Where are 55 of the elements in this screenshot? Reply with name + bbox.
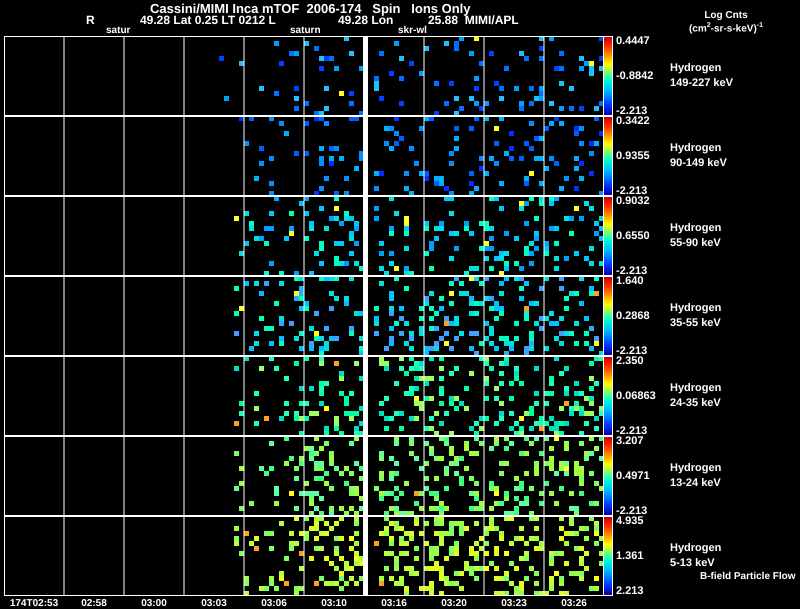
colorbar-max: 0.4447 [616, 36, 651, 46]
time-tick: 03:23 [500, 598, 528, 609]
energy-range: 149-227 keV [670, 76, 733, 91]
colorbar-min: -2.213 [616, 266, 648, 276]
time-tick: 03:06 [260, 598, 288, 609]
colorbar-max: 1.640 [616, 276, 645, 286]
colorbar-max: 3.207 [616, 436, 645, 446]
species-label: Hydrogen [670, 301, 722, 316]
marker-label: skr-wl [398, 26, 427, 36]
ephemeris-text: R [86, 14, 95, 27]
energy-range: 5-13 keV [670, 556, 716, 571]
energy-range: 90-149 keV [670, 156, 727, 171]
colorbar-mid: -0.8842 [616, 71, 654, 81]
colorbar-title: Log Cnts [703, 10, 749, 21]
colorbar-mid: 0.9355 [616, 151, 651, 161]
colorbar-min: 2.213 [616, 586, 645, 596]
colorbar-min: -2.213 [616, 346, 648, 356]
species-label: Hydrogen [670, 541, 722, 556]
time-tick: 03:20 [440, 598, 468, 609]
time-tick: 03:26 [560, 598, 588, 609]
energy-range: 55-90 keV [670, 236, 722, 251]
species-label: Hydrogen [670, 221, 722, 236]
colorbar-max: 2.350 [616, 356, 645, 366]
species-label: Hydrogen [670, 461, 722, 476]
colorbar-title: (cm$^{2}$-sr-s-keV)$^{-1}$ [688, 22, 764, 34]
colorbar-min: -2.213 [616, 506, 648, 516]
plot-title: Cassini/MIMI Inca mTOF 2006-174 Spin Ions Only [150, 1, 471, 16]
colorbar-max: 0.9032 [616, 196, 651, 206]
species-label: Hydrogen [670, 141, 722, 156]
ephemeris-text: 49.28 Lat 0.25 LT 0212 L [140, 14, 276, 27]
colorbar-max: 0.3422 [616, 116, 651, 126]
ephemeris-text: 49.28 Lon [338, 14, 394, 27]
energy-range: 35-55 keV [670, 316, 722, 331]
colorbar-mid: 0.06863 [616, 391, 657, 401]
time-tick: 02:58 [80, 598, 108, 609]
time-tick: 03:10 [320, 598, 348, 609]
marker-label: saturn [290, 26, 321, 36]
species-label: Hydrogen [670, 381, 722, 396]
marker-label: satur [106, 26, 130, 36]
time-tick: 174T02:53 [8, 598, 60, 609]
energy-range: 24-35 keV [670, 396, 722, 411]
time-tick: 03:03 [200, 598, 228, 609]
colorbar-mid: 1.361 [616, 551, 645, 561]
colorbar-min: -2.213 [616, 426, 648, 436]
footer-note: B-field Particle Flow [700, 571, 796, 582]
colorbar-mid: 0.6550 [616, 231, 651, 241]
colorbar-min: -2.213 [616, 106, 648, 116]
colorbar-mid: 0.2868 [616, 311, 651, 321]
colorbar-mid: 0.4971 [616, 471, 651, 481]
time-tick: 03:16 [380, 598, 408, 609]
energy-range: 13-24 keV [670, 476, 722, 491]
time-tick: 03:00 [140, 598, 168, 609]
species-label: Hydrogen [670, 61, 722, 76]
colorbar-min: -2.213 [616, 186, 648, 196]
colorbar-max: 4.935 [616, 516, 645, 526]
